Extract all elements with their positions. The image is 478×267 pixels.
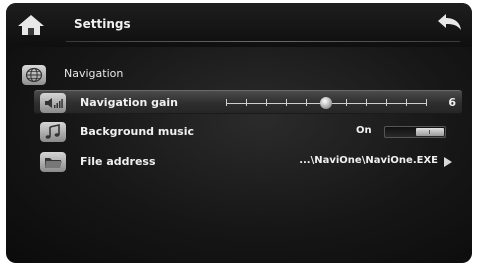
slider-tick	[246, 99, 247, 106]
slider-tick	[426, 99, 427, 106]
slider-tick	[406, 99, 407, 106]
header-bar: Settings	[6, 3, 472, 47]
folder-icon	[40, 152, 66, 172]
toggle-state-label: On	[356, 125, 372, 136]
music-note-icon	[40, 122, 66, 142]
slider-tick	[266, 99, 267, 106]
slider-tick	[306, 99, 307, 106]
page-title: Settings	[74, 17, 131, 31]
slider-thumb[interactable]	[320, 97, 332, 109]
setting-label: File address	[80, 155, 156, 168]
file-address-value: ...\NaviOne\NaviOne.EXE	[299, 155, 438, 166]
toggle-knob[interactable]	[416, 128, 444, 136]
home-icon	[18, 15, 44, 35]
slider-tick	[226, 99, 227, 106]
setting-row-file-address[interactable]: File address ...\NaviOne\NaviOne.EXE	[34, 150, 462, 174]
screen: Settings Navigation Navigation gain 6 Ba…	[6, 3, 472, 263]
setting-label: Navigation gain	[80, 96, 179, 109]
slider-tick	[386, 99, 387, 106]
slider-tick	[286, 99, 287, 106]
setting-row-navigation-gain[interactable]: Navigation gain 6	[34, 90, 462, 114]
navigation-gain-slider[interactable]	[226, 97, 427, 109]
setting-row-background-music[interactable]: Background music On	[34, 120, 462, 144]
slider-tick	[346, 99, 347, 106]
home-button[interactable]	[16, 13, 46, 37]
back-arrow-icon	[438, 14, 461, 30]
slider-value: 6	[448, 96, 456, 109]
volume-bars-icon	[40, 93, 66, 113]
globe-icon	[22, 65, 46, 85]
header-divider	[66, 41, 460, 42]
arrow-right-icon[interactable]	[444, 157, 452, 167]
slider-tick	[366, 99, 367, 106]
background-music-toggle[interactable]	[384, 126, 446, 138]
section-label-navigation: Navigation	[64, 67, 124, 80]
back-button[interactable]	[434, 11, 464, 35]
setting-label: Background music	[80, 125, 194, 138]
